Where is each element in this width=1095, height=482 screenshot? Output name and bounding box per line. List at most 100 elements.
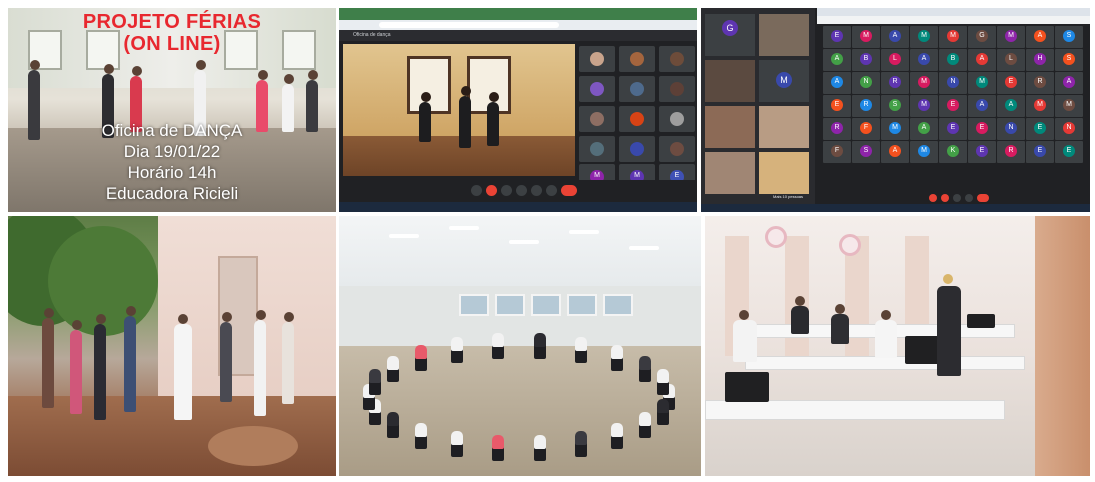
participant-tile[interactable] — [705, 106, 755, 148]
participant-tile[interactable] — [659, 106, 695, 132]
avatar-letter: G — [979, 32, 985, 39]
participant-tile[interactable] — [619, 106, 655, 132]
participant-tile[interactable]: G — [968, 26, 996, 48]
participant-tile[interactable] — [759, 106, 809, 148]
participant-tile[interactable]: R — [852, 95, 880, 117]
more-icon[interactable] — [546, 185, 557, 196]
participant-tile[interactable]: A — [910, 118, 938, 140]
participant-tile[interactable]: R — [823, 118, 851, 140]
mic-icon[interactable] — [471, 185, 482, 196]
participant-tile[interactable]: M — [910, 72, 938, 94]
avatar-letter: M — [921, 78, 927, 85]
participant-tile[interactable]: S — [1055, 49, 1083, 71]
participant-tile[interactable]: E — [1055, 141, 1083, 163]
participant-tile[interactable]: M — [968, 72, 996, 94]
participant-tile[interactable]: E — [823, 26, 851, 48]
address-bar[interactable] — [379, 22, 559, 28]
participant-tile[interactable]: A — [881, 26, 909, 48]
captions-icon[interactable] — [953, 194, 961, 202]
participant-tile[interactable] — [759, 14, 809, 56]
dancer — [487, 102, 499, 146]
avatar-letter: N — [863, 78, 869, 85]
participant-tile[interactable] — [705, 152, 755, 194]
participant-tile[interactable] — [579, 76, 615, 102]
participant-tile[interactable] — [619, 76, 655, 102]
camera-off-icon[interactable] — [941, 194, 949, 202]
end-call-icon[interactable] — [977, 194, 989, 202]
participant-tile[interactable]: M — [910, 95, 938, 117]
participant-tile[interactable]: F — [823, 141, 851, 163]
participant-tile[interactable]: N — [997, 118, 1025, 140]
participant-tile[interactable]: M — [997, 26, 1025, 48]
browser-tab-bar[interactable] — [339, 8, 697, 20]
participant-tile[interactable] — [759, 152, 809, 194]
participant-tile[interactable]: R — [1026, 72, 1054, 94]
participant-tile[interactable]: N — [1055, 118, 1083, 140]
participant-tile[interactable]: A — [823, 49, 851, 71]
participant-tile[interactable]: E — [1026, 118, 1054, 140]
participant-tile[interactable]: A — [968, 95, 996, 117]
participant-tile[interactable]: H — [1026, 49, 1054, 71]
participant-tile[interactable]: A — [997, 95, 1025, 117]
mic-off-icon[interactable] — [929, 194, 937, 202]
participant-tile[interactable]: M — [852, 26, 880, 48]
participant-tile[interactable]: E — [939, 95, 967, 117]
participant-tile[interactable] — [659, 136, 695, 162]
camera-icon[interactable] — [486, 185, 497, 196]
participant-tile[interactable] — [579, 136, 615, 162]
avatar-letter: H — [1037, 55, 1043, 62]
participant-tile[interactable]: F — [852, 118, 880, 140]
participant-tile[interactable] — [659, 76, 695, 102]
avatar: E — [831, 30, 843, 42]
participant-tile[interactable] — [705, 60, 755, 102]
participant-tile[interactable]: M — [1055, 95, 1083, 117]
participant-tile[interactable]: M — [910, 141, 938, 163]
present-icon[interactable] — [531, 185, 542, 196]
participant-tile[interactable]: S — [881, 95, 909, 117]
participant-tile[interactable]: G — [705, 14, 755, 56]
participant-tile[interactable]: A — [1026, 26, 1054, 48]
participant-tile[interactable]: E — [997, 72, 1025, 94]
participant-tile[interactable]: R — [997, 141, 1025, 163]
participant-tile[interactable]: R — [881, 72, 909, 94]
participant-tile[interactable]: S — [852, 141, 880, 163]
participant-tile[interactable]: M — [1026, 95, 1054, 117]
participant-tile[interactable]: B — [852, 49, 880, 71]
participant-tile[interactable]: E — [968, 141, 996, 163]
participant-tile[interactable]: M — [910, 26, 938, 48]
participant-tile[interactable] — [579, 106, 615, 132]
participant-tile[interactable]: E — [1026, 141, 1054, 163]
participant-tile[interactable] — [659, 46, 695, 72]
captions-icon[interactable] — [501, 185, 512, 196]
participant-tile[interactable]: E — [939, 118, 967, 140]
participant-tile[interactable]: M — [881, 118, 909, 140]
participant-tile[interactable]: A — [910, 49, 938, 71]
participant-tile[interactable]: A — [968, 49, 996, 71]
participant-tile[interactable]: E — [968, 118, 996, 140]
participant-tile[interactable]: L — [997, 49, 1025, 71]
raise-hand-icon[interactable] — [516, 185, 527, 196]
participant-tile[interactable] — [619, 136, 655, 162]
participant-tile[interactable]: K — [939, 141, 967, 163]
participant-tile[interactable]: A — [1055, 72, 1083, 94]
hall-window — [567, 294, 597, 316]
participant-tile[interactable]: E — [823, 95, 851, 117]
participant-tile[interactable]: N — [852, 72, 880, 94]
participant-tile[interactable]: S — [1055, 26, 1083, 48]
participant-tile[interactable]: L — [881, 49, 909, 71]
participant-tile[interactable]: A — [881, 141, 909, 163]
participant-tile[interactable] — [579, 46, 615, 72]
participant-tile[interactable] — [619, 46, 655, 72]
end-call-icon[interactable] — [561, 185, 577, 196]
participant-tile[interactable]: M — [759, 60, 809, 102]
present-icon[interactable] — [965, 194, 973, 202]
person-head — [178, 314, 188, 324]
participant-tile[interactable]: A — [823, 72, 851, 94]
main-video-feed[interactable] — [343, 44, 575, 176]
participant-tile[interactable]: B — [939, 49, 967, 71]
participant-tile[interactable]: N — [939, 72, 967, 94]
browser-tab-bar[interactable] — [817, 8, 1090, 16]
seated-person — [639, 355, 652, 370]
avatar-letter: A — [921, 124, 927, 131]
participant-tile[interactable]: M — [939, 26, 967, 48]
